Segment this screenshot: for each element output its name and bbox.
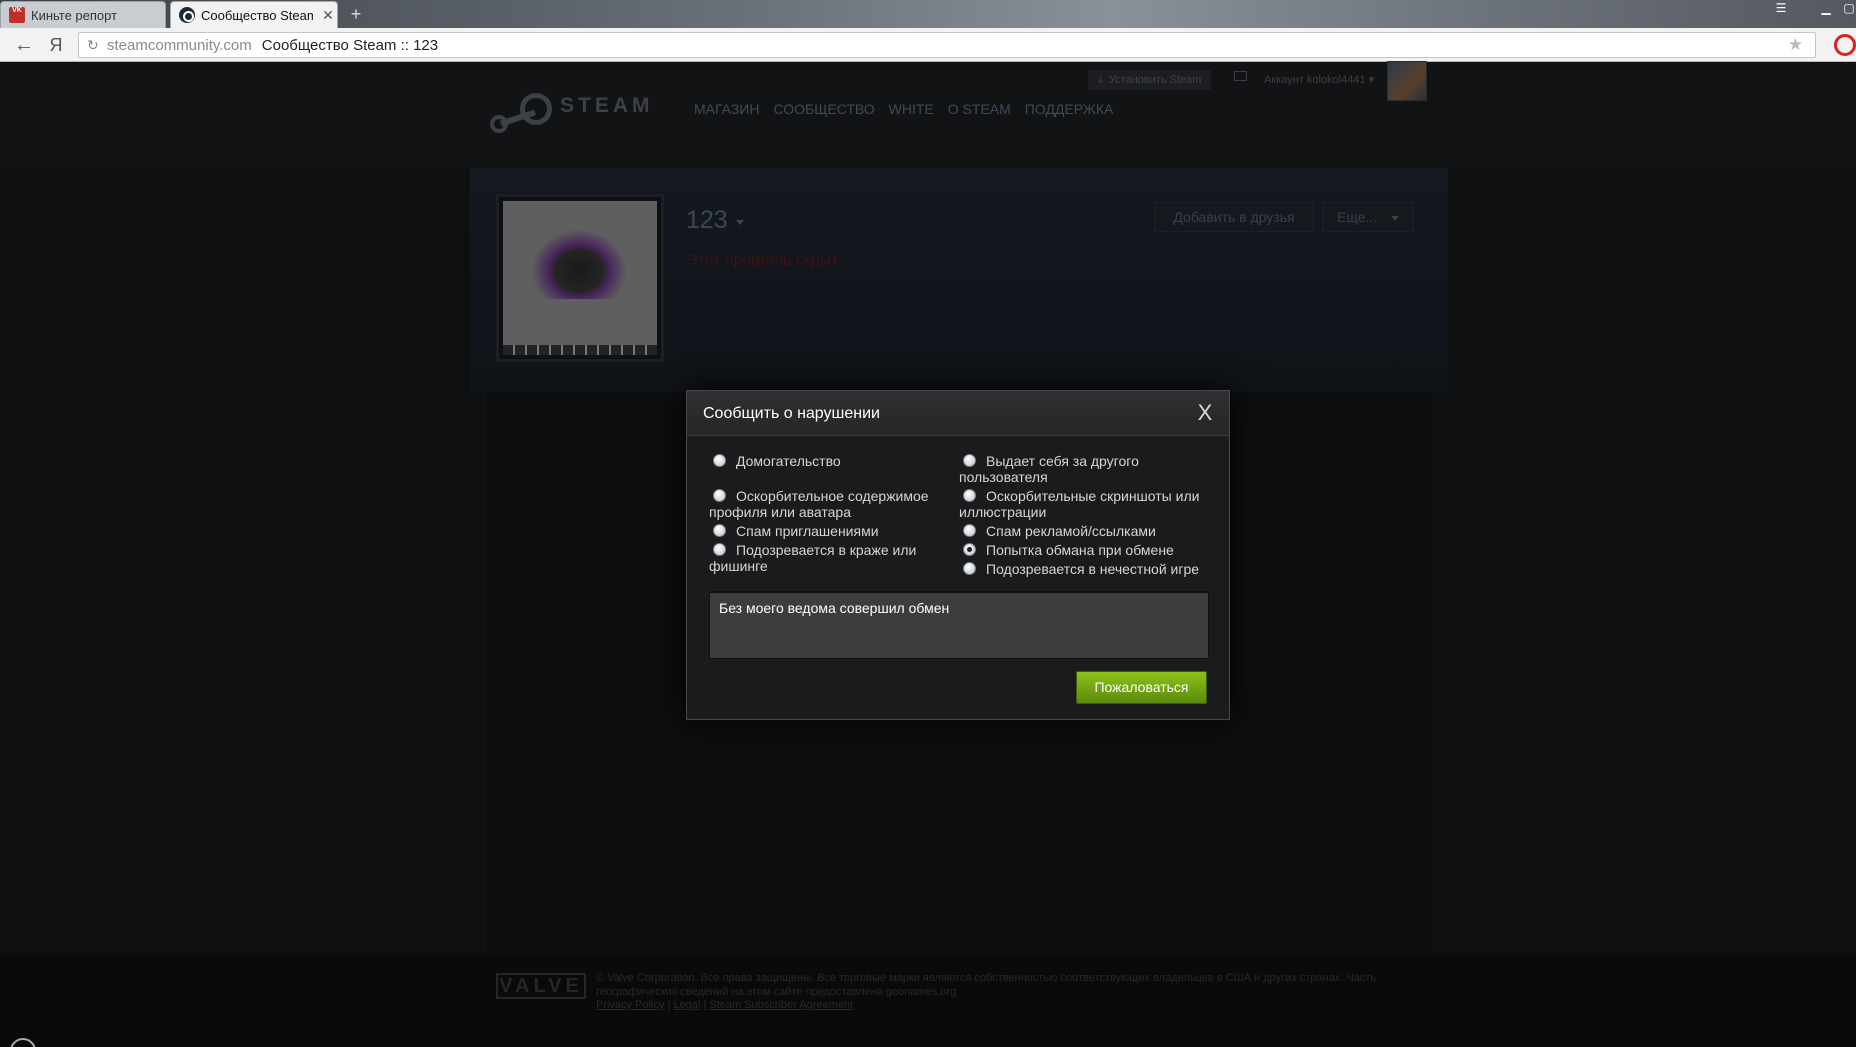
new-tab-button[interactable]: + <box>346 4 366 24</box>
steam-header: STEAM МАГАЗИН СООБЩЕСТВО WHITE О STEAM П… <box>0 61 1856 168</box>
yandex-icon[interactable]: Я <box>44 33 68 57</box>
browser-menu-icon[interactable]: ☰ <box>1768 0 1794 18</box>
footer-copyright: © Valve Corporation. Все права защищены.… <box>596 972 1377 998</box>
address-host: steamcommunity.com <box>107 36 252 54</box>
tab-title: Сообщество Steam :: <box>201 7 313 23</box>
bookmark-star-icon[interactable]: ★ <box>1788 35 1803 55</box>
tab-close-icon[interactable]: ✕ <box>319 7 337 24</box>
nav-user[interactable]: WHITE <box>889 101 934 117</box>
persona-name[interactable]: 123 <box>686 206 728 235</box>
radio-button[interactable] <box>713 453 726 467</box>
reason-harassment[interactable]: Домогательство <box>709 453 953 469</box>
legal-link[interactable]: Legal <box>673 999 700 1011</box>
maximize-icon[interactable]: ▢ <box>1842 0 1856 18</box>
download-icon: ⤓ <box>1098 74 1103 86</box>
avatar-image <box>503 201 657 355</box>
radio-button[interactable] <box>713 523 726 537</box>
reason-invite-spam[interactable]: Спам приглашениями <box>709 523 953 539</box>
reason-theft-phishing[interactable]: Подозревается в краже или фишинге <box>709 542 953 574</box>
tab-title: Киньте репорт <box>31 7 118 23</box>
radio-button-selected[interactable] <box>963 542 976 556</box>
add-friend-button[interactable]: Добавить в друзья <box>1154 202 1314 232</box>
install-steam-button[interactable]: ⤓ Установить Steam <box>1088 70 1212 90</box>
reason-trade-scam[interactable]: Попытка обмана при обмене <box>959 542 1203 558</box>
minimize-icon[interactable]: ▁ <box>1812 0 1840 18</box>
main-nav: МАГАЗИН СООБЩЕСТВО WHITE О STEAM ПОДДЕРЖ… <box>694 101 1113 117</box>
privacy-policy-link[interactable]: Privacy Policy <box>596 999 664 1011</box>
browser-tabbar: VK Киньте репорт Сообщество Steam :: ✕ +… <box>0 0 1856 28</box>
browser-tab-inactive[interactable]: VK Киньте репорт <box>0 1 166 28</box>
reason-impersonation[interactable]: Выдает себя за другого пользователя <box>959 453 1203 485</box>
browser-toolbar: ← Я ↻ steamcommunity.com Сообщество Stea… <box>0 28 1856 62</box>
valve-logo[interactable]: VALVE <box>496 973 586 999</box>
radio-button[interactable] <box>713 542 726 556</box>
account-menu[interactable]: Аккаунт kolokol4441 ▾ <box>1264 73 1374 86</box>
install-steam-label: Установить Steam <box>1108 74 1202 86</box>
chevron-down-icon: ▾ <box>1368 74 1375 86</box>
persona-caret-icon[interactable] <box>736 220 744 225</box>
extension-power-icon[interactable] <box>1834 34 1856 56</box>
more-button[interactable]: Еще... <box>1322 202 1414 232</box>
radio-button[interactable] <box>963 453 976 467</box>
radio-button[interactable] <box>963 561 976 575</box>
profile-avatar <box>496 194 664 362</box>
close-icon[interactable]: X <box>1193 401 1217 425</box>
notification-envelope-icon[interactable] <box>1234 71 1247 81</box>
browser-tab-active[interactable]: Сообщество Steam :: ✕ <box>170 1 338 28</box>
reload-icon[interactable]: ↻ <box>87 37 107 54</box>
dialog-title: Сообщить о нарушении <box>703 405 880 422</box>
steam-logo-text: STEAM <box>560 94 654 117</box>
report-description-input[interactable]: Без моего ведома совершил обмен <box>709 591 1209 659</box>
nav-community[interactable]: СООБЩЕСТВО <box>773 101 874 117</box>
reason-cheating[interactable]: Подозревается в нечестной игре <box>959 561 1203 577</box>
private-profile-message: Этот профиль скрыт. <box>686 252 842 269</box>
radio-button[interactable] <box>963 488 976 502</box>
more-label: Еще... <box>1337 209 1378 225</box>
back-arrow-icon[interactable]: ← <box>12 33 36 57</box>
address-bar[interactable]: ↻ steamcommunity.com Сообщество Steam ::… <box>78 32 1816 58</box>
steam-logo[interactable]: STEAM <box>488 91 654 133</box>
reason-offensive-profile[interactable]: Оскорбительное содержимое профиля или ав… <box>709 488 953 520</box>
account-label: Аккаунт kolokol4441 <box>1264 74 1366 86</box>
nav-about[interactable]: О STEAM <box>948 101 1011 117</box>
header-avatar[interactable] <box>1387 61 1427 101</box>
ssa-link[interactable]: Steam Subscriber Agreement <box>709 999 853 1011</box>
footer-links: Privacy Policy | Legal | Steam Subscribe… <box>596 999 854 1011</box>
vk-favicon-icon: VK <box>9 7 25 23</box>
report-dialog: Сообщить о нарушении X Домогательство Вы… <box>686 390 1230 720</box>
radio-button[interactable] <box>713 488 726 502</box>
reason-offensive-screenshots[interactable]: Оскорбительные скриншоты или иллюстрации <box>959 488 1203 520</box>
steam-logo-icon <box>488 91 552 133</box>
reason-ad-spam[interactable]: Спам рекламой/ссылками <box>959 523 1203 539</box>
nav-store[interactable]: МАГАЗИН <box>694 101 759 117</box>
chevron-down-icon <box>1391 216 1399 221</box>
steam-favicon-icon <box>179 7 195 23</box>
footer: VALVE © Valve Corporation. Все права защ… <box>0 955 1856 1047</box>
nav-support[interactable]: ПОДДЕРЖКА <box>1025 101 1114 117</box>
submit-report-button[interactable]: Пожаловаться <box>1076 671 1207 704</box>
radio-button[interactable] <box>963 523 976 537</box>
address-page-title: Сообщество Steam :: 123 <box>261 36 439 54</box>
dialog-header: Сообщить о нарушении X <box>687 391 1229 436</box>
